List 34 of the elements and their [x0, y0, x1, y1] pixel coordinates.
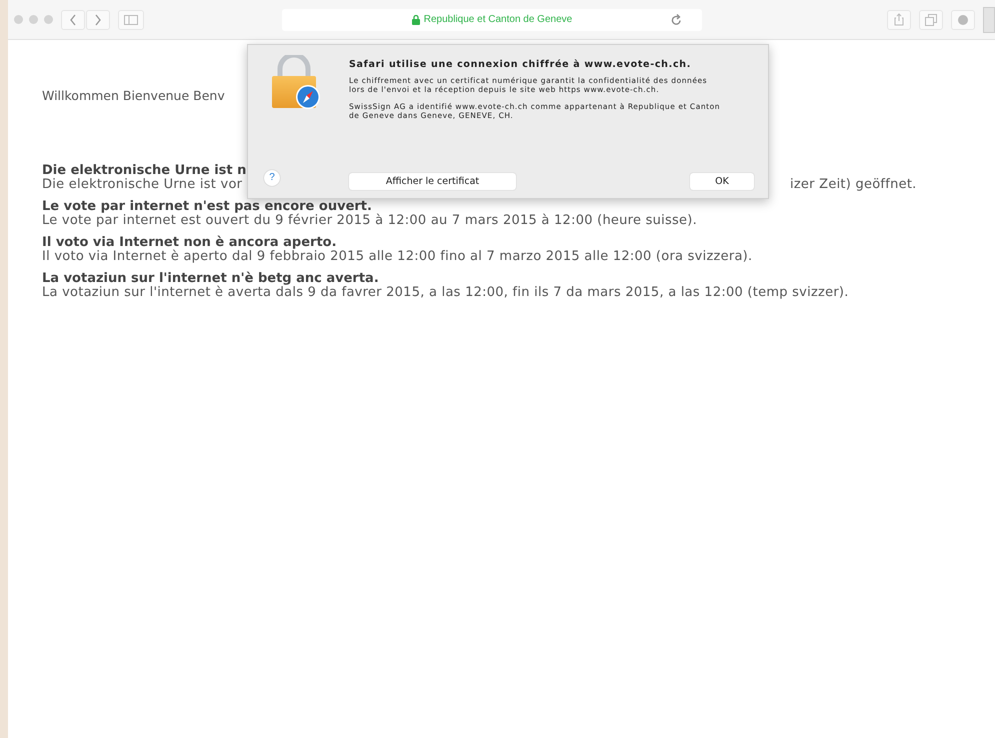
sidebar-icon: [124, 14, 138, 24]
dialog-title: Safari utilise une connexion chiffrée à www.evote-ch.ch.: [349, 59, 692, 70]
chevron-right-icon: [94, 14, 102, 26]
ok-button[interactable]: OK: [690, 173, 754, 190]
download-button[interactable]: [951, 10, 975, 30]
notice-text: La votaziun sur l'internet è averta dals 9 da favrer 2015, a las 12:00, fin ils 7 da mars 2015, a las 12:00 (temp svizzer).: [42, 286, 849, 300]
chevron-left-icon: [69, 14, 77, 26]
show-certificate-button[interactable]: Afficher le certificat: [349, 173, 516, 190]
notice-heading: Die elektronische Urne ist n: [42, 164, 246, 178]
tabs-button[interactable]: [919, 10, 943, 30]
share-icon: [894, 13, 904, 26]
back-button[interactable]: [61, 10, 85, 30]
notice-text: Die elektronische Urne ist vor: [42, 178, 242, 192]
share-button[interactable]: [887, 10, 911, 30]
close-window-icon[interactable]: [14, 15, 23, 24]
padlock-compass-icon: [270, 55, 322, 111]
welcome-text: Willkommen Bienvenue Benv: [42, 89, 225, 103]
tabs-icon: [925, 14, 937, 26]
forward-button[interactable]: [86, 10, 110, 30]
help-button[interactable]: ?: [264, 170, 280, 186]
sidebar-button[interactable]: [118, 10, 144, 30]
notice-text: izer Zeit) geöffnet.: [790, 178, 917, 192]
reload-icon[interactable]: [671, 14, 682, 26]
overflow-button[interactable]: [983, 6, 995, 32]
notice-text: Le vote par internet est ouvert du 9 février 2015 à 12:00 au 7 mars 2015 à 12:00 (heure suisse).: [42, 214, 697, 228]
minimize-window-icon[interactable]: [29, 15, 38, 24]
notice-heading: La votaziun sur l'internet n'è betg anc averta.: [42, 272, 379, 286]
notice-text: Il voto via Internet è aperto dal 9 febbraio 2015 alle 12:00 fino al 7 marzo 2015 alle 12:00 (ora svizzera).: [42, 250, 752, 264]
circle-icon: [957, 14, 969, 26]
site-name: Republique et Canton de Geneve: [424, 14, 572, 25]
notice-heading: Il voto via Internet non è ancora aperto.: [42, 236, 337, 250]
zoom-window-icon[interactable]: [44, 15, 53, 24]
notice-heading: Le vote par internet n'est pas encore ouvert.: [42, 200, 372, 214]
lock-icon: [412, 14, 420, 24]
